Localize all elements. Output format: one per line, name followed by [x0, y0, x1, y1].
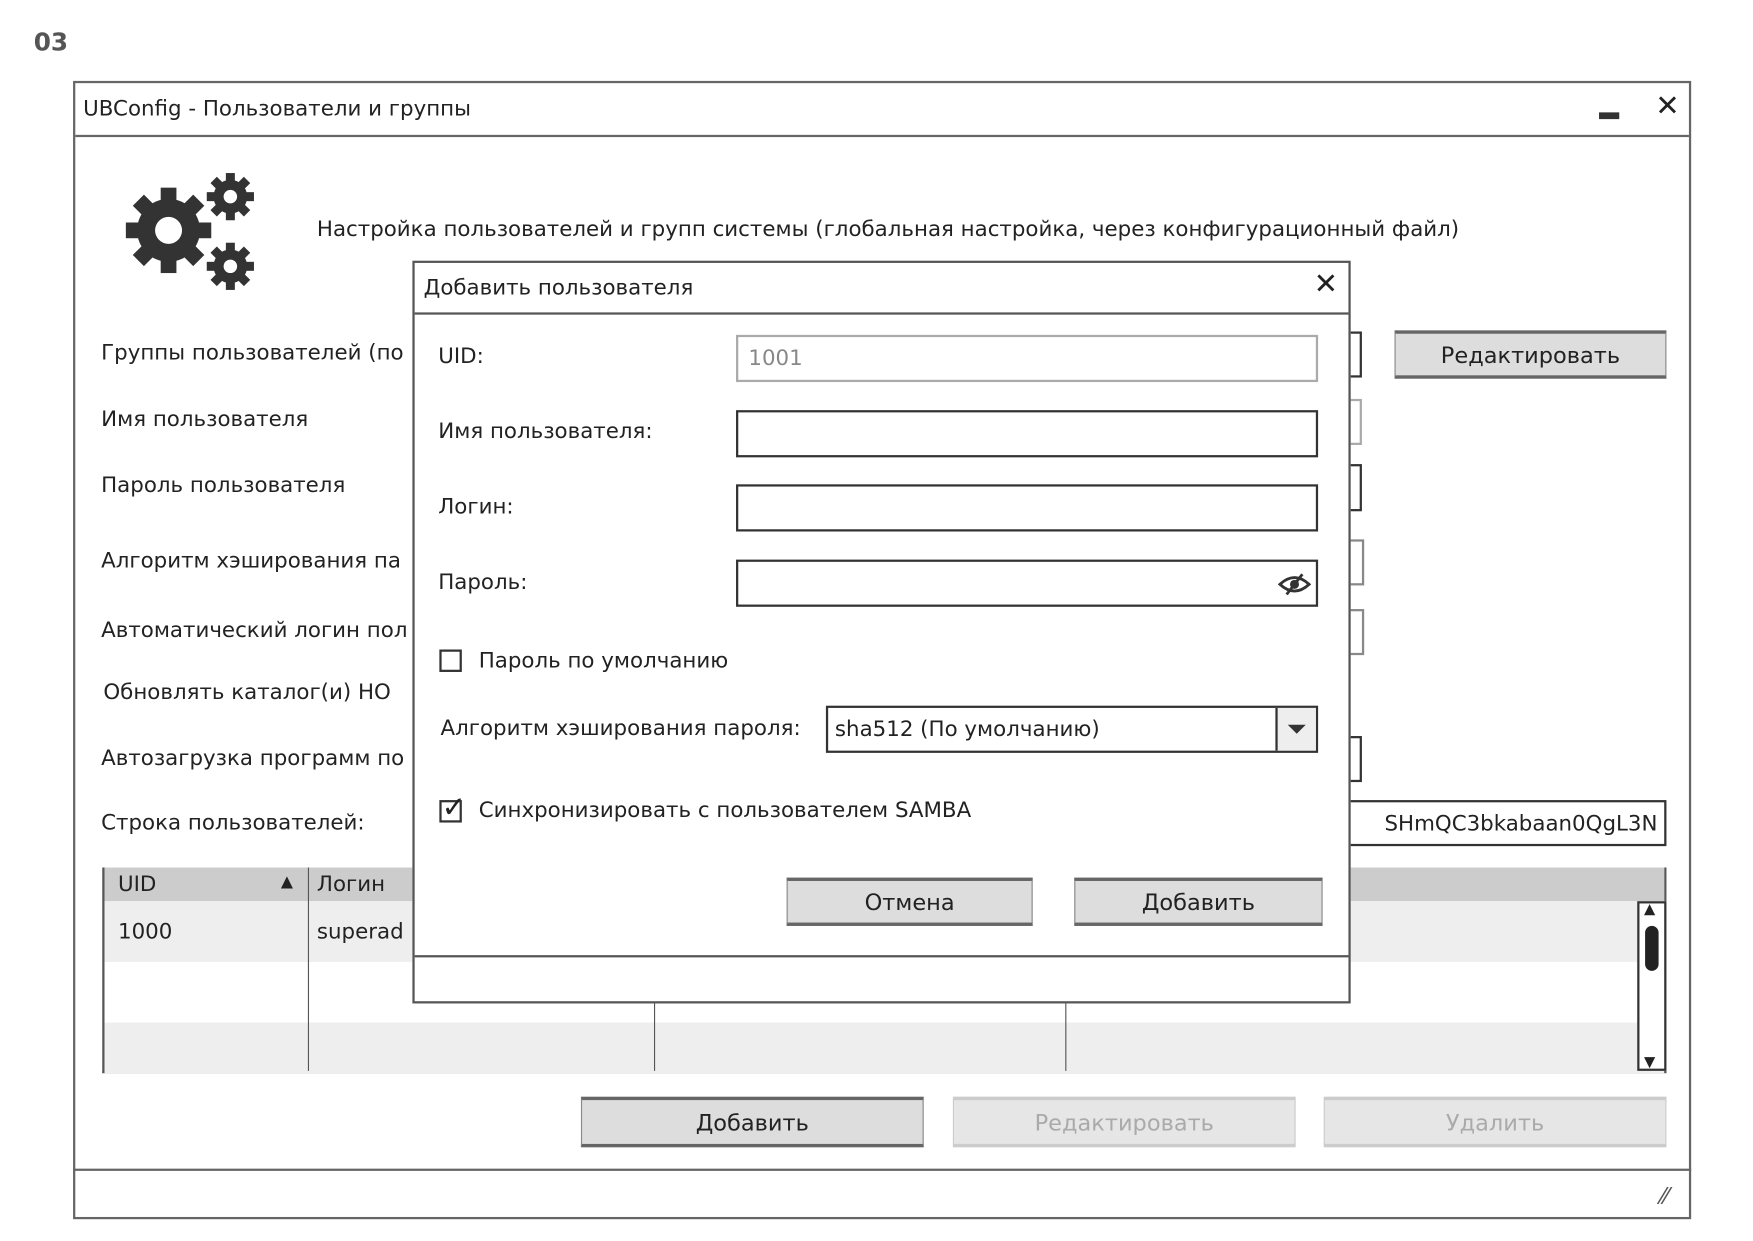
edit-user-button[interactable]: Редактировать: [952, 1096, 1296, 1148]
uid-label: UID:: [438, 343, 484, 369]
default-password-checkbox[interactable]: [439, 649, 462, 672]
scrollbar[interactable]: ▲ ▼: [1637, 901, 1667, 1071]
samba-sync-label: Синхронизировать с пользователем SAMBA: [478, 797, 972, 823]
window-title: UBConfig - Пользователи и группы: [83, 96, 471, 122]
add-user-button[interactable]: Добавить: [580, 1096, 924, 1148]
close-icon[interactable]: ✕: [1655, 90, 1679, 124]
label-autologin: Автоматический логин пол: [101, 618, 408, 643]
dialog-status-divider: [414, 955, 1349, 958]
delete-user-button[interactable]: Удалить: [1323, 1096, 1667, 1148]
username-input[interactable]: [736, 410, 1319, 458]
scroll-thumb[interactable]: [1645, 925, 1659, 971]
cell-login: superad: [316, 919, 404, 944]
dialog-cancel-button[interactable]: Отмена: [786, 877, 1033, 926]
scroll-down-icon[interactable]: ▼: [1644, 1054, 1655, 1071]
status-bar-divider: [73, 1168, 1692, 1171]
samba-sync-checkbox[interactable]: ✓: [439, 791, 466, 825]
cell-uid: 1000: [117, 919, 173, 944]
checkmark-icon: ✓: [441, 791, 467, 825]
label-groups: Группы пользователей (по: [101, 340, 404, 366]
dialog-add-button[interactable]: Добавить: [1074, 877, 1323, 926]
edit-groups-button[interactable]: Редактировать: [1394, 330, 1667, 379]
dropdown-button[interactable]: [1275, 707, 1316, 751]
password-label: Пароль:: [438, 569, 528, 595]
login-input[interactable]: [736, 484, 1319, 532]
page-label: 03: [33, 29, 69, 58]
password-input[interactable]: [736, 559, 1319, 607]
label-username: Имя пользователя: [101, 406, 309, 432]
scroll-up-icon[interactable]: ▲: [1644, 901, 1655, 918]
hash-value: sha512 (По умолчанию): [834, 716, 1100, 742]
label-update-home: Обновлять каталог(и) HO: [103, 679, 391, 705]
default-password-label: Пароль по умолчанию: [478, 648, 729, 674]
table-row[interactable]: [104, 1022, 1665, 1074]
chevron-down-icon: [1287, 724, 1306, 734]
add-label: Добавить: [1141, 888, 1255, 916]
dialog-title-bar: Добавить пользователя ✕: [414, 263, 1349, 315]
header-login[interactable]: Логин: [317, 872, 385, 897]
uid-value: 1001: [748, 346, 803, 371]
users-string-value: SHmQC3bkabaan0QgL3N: [1384, 811, 1658, 837]
label-autostart: Автозагрузка программ по: [101, 746, 405, 771]
dialog-title: Добавить пользователя: [423, 275, 694, 301]
column-divider: [307, 867, 310, 1071]
dialog-close-icon[interactable]: ✕: [1314, 267, 1338, 301]
cancel-label: Отмена: [864, 888, 955, 916]
label-hash: Алгоритм хэширования па: [101, 548, 401, 574]
eye-slash-icon[interactable]: [1277, 573, 1312, 596]
title-bar: UBConfig - Пользователи и группы ✕: [75, 83, 1689, 138]
header-uid[interactable]: UID: [118, 872, 156, 897]
sort-asc-icon: ▲: [280, 873, 294, 892]
minimize-icon[interactable]: [1599, 112, 1620, 120]
hash-select[interactable]: sha512 (По умолчанию): [825, 705, 1319, 753]
hash-label: Алгоритм хэширования пароля:: [440, 715, 801, 741]
label-users-string: Строка пользователей:: [101, 810, 365, 835]
username-label: Имя пользователя:: [438, 419, 653, 444]
uid-field[interactable]: 1001: [736, 334, 1319, 383]
label-password: Пароль пользователя: [101, 473, 346, 498]
resize-grip-icon[interactable]: ⁄⁄: [1661, 1182, 1669, 1209]
description: Настройка пользователей и групп системы …: [316, 216, 1460, 242]
login-label: Логин:: [438, 494, 514, 520]
gears-icon: [125, 173, 254, 290]
